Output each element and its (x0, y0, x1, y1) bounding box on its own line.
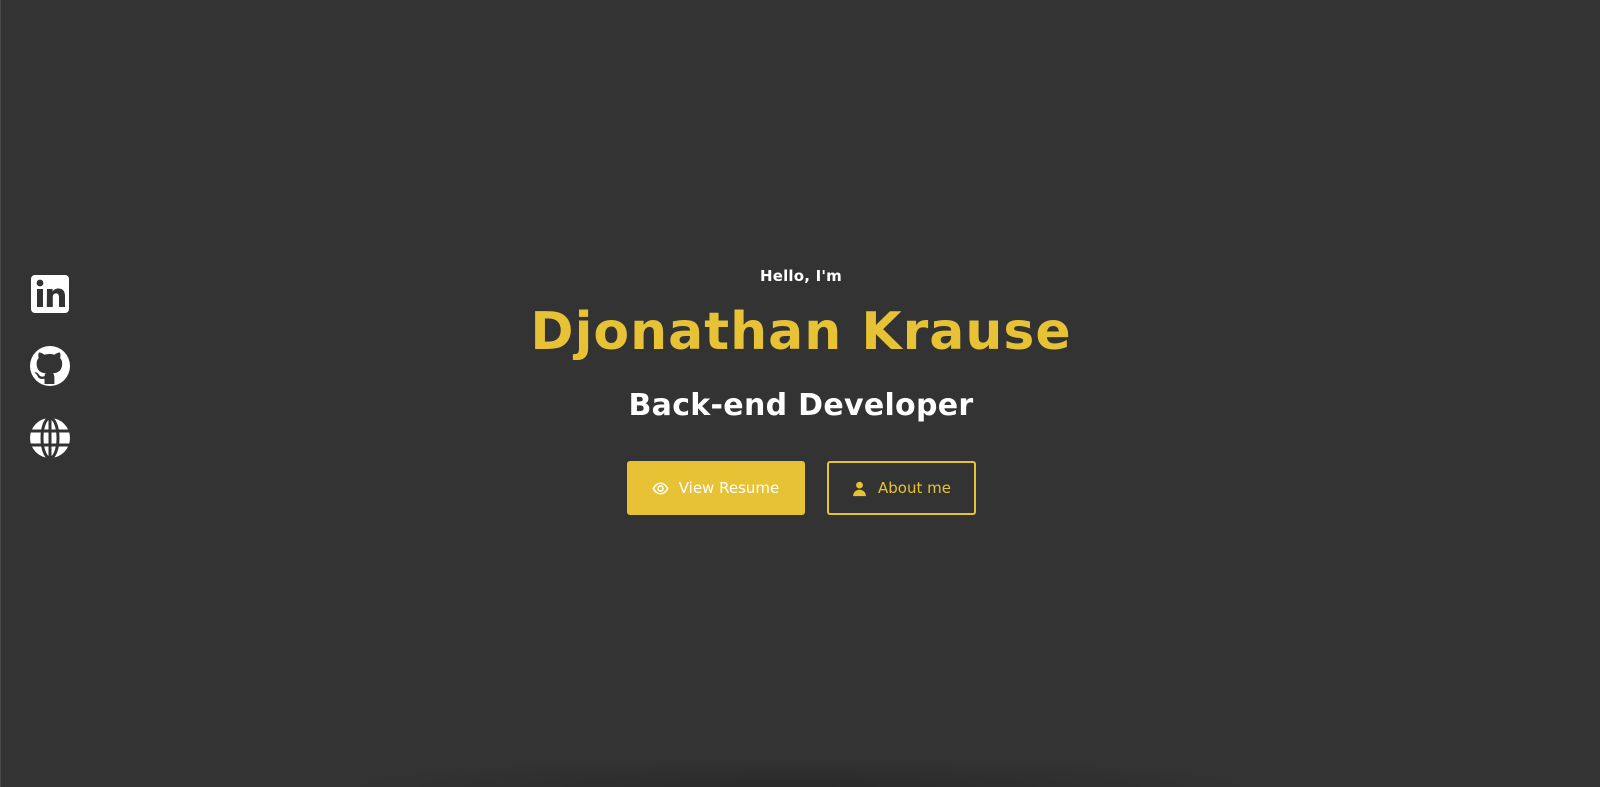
hero-role: Back-end Developer (628, 388, 974, 423)
about-me-label: About me (878, 479, 951, 497)
hero-actions: View Resume About me (1, 461, 1600, 515)
user-icon (853, 481, 866, 496)
hero-name: Djonathan Krause (530, 302, 1072, 362)
view-resume-label: View Resume (678, 479, 780, 497)
page: Hello, I'm Djonathan Krause Back-end Dev… (0, 0, 1600, 787)
eye-icon (652, 481, 669, 495)
greeting-text: Hello, I'm (759, 267, 843, 285)
section-divider-shadow (331, 757, 1271, 787)
view-resume-button[interactable]: View Resume (626, 461, 805, 515)
about-me-button[interactable]: About me (826, 461, 976, 515)
